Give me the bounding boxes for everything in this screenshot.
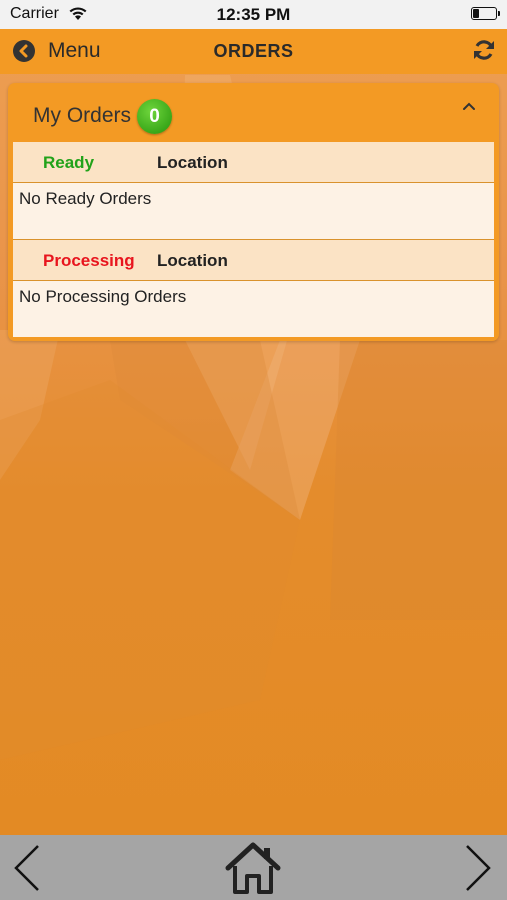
no-ready-orders-text: No Ready Orders: [19, 189, 152, 208]
ready-table-header: Ready Location: [13, 142, 494, 183]
battery-icon: [471, 7, 500, 20]
my-orders-header[interactable]: My Orders 0: [8, 83, 499, 143]
orders-count-badge: 0: [137, 99, 172, 134]
chevron-left-icon[interactable]: [10, 843, 44, 893]
processing-orders-section: Processing Location No Processing Orders: [13, 240, 494, 337]
location-column-header: Location: [157, 153, 228, 172]
bottom-toolbar: [0, 835, 507, 900]
ready-orders-section: Ready Location No Ready Orders: [13, 142, 494, 239]
clock: 12:35 PM: [216, 5, 291, 24]
processing-column-header: Processing: [43, 251, 135, 270]
page-title: ORDERS: [213, 41, 294, 61]
location-column-header: Location: [157, 251, 228, 270]
home-icon[interactable]: [224, 841, 282, 895]
ready-orders-list: No Ready Orders: [13, 183, 494, 239]
nav-bar: Menu ORDERS: [0, 29, 507, 74]
my-orders-title: My Orders: [33, 104, 132, 127]
refresh-icon[interactable]: [472, 38, 496, 62]
chevron-up-icon[interactable]: [462, 99, 476, 111]
chevron-right-icon[interactable]: [461, 843, 495, 893]
processing-orders-list: No Processing Orders: [13, 281, 494, 337]
my-orders-card: My Orders 0 Ready Location No Ready Orde…: [8, 83, 499, 341]
no-processing-orders-text: No Processing Orders: [19, 287, 187, 306]
processing-table-header: Processing Location: [13, 240, 494, 281]
status-bar: Carrier 12:35 PM: [0, 0, 507, 29]
ready-column-header: Ready: [43, 153, 95, 172]
